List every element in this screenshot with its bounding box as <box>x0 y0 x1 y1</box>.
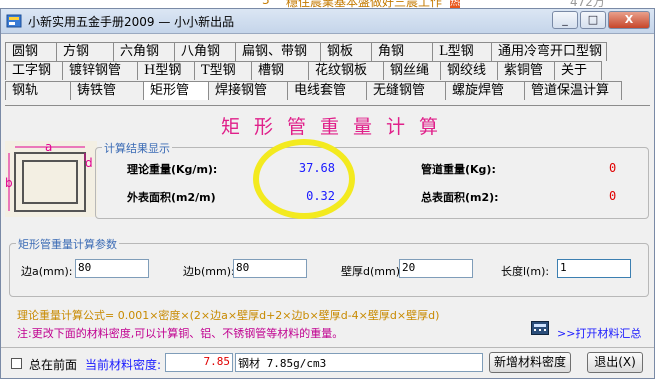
thickness-label: 壁厚d(mm) <box>341 265 400 278</box>
tab-insulation-calc[interactable]: 管道保温计算 <box>524 81 622 100</box>
open-material-summary-link[interactable]: >>打开材料汇总 <box>557 325 641 341</box>
material-select[interactable]: 钢材 7.85g/cm3 <box>235 353 483 372</box>
tab-row-2: 工字钢 镀锌钢管 H型钢 T型钢 槽钢 花纹钢板 钢丝绳 钢绞线 紫铜管 关于 <box>5 61 602 80</box>
rectangular-tube-diagram: a d b <box>5 141 97 217</box>
tab-flat-steel[interactable]: 扁钢、带钢 <box>235 42 321 61</box>
tab-seamless-pipe[interactable]: 无缝钢管 <box>366 81 446 100</box>
background-headline: 穩住農業基本盤做好三農工作 <box>286 0 443 8</box>
background-page-fragment: 3 穩住農業基本盤做好三農工作 热 472万 <box>0 0 655 8</box>
calculator-icon[interactable] <box>531 321 549 335</box>
weight-label: 理论重量(Kg/m): <box>127 163 218 176</box>
tab-row-1: 圆钢 方钢 六角钢 八角钢 扁钢、带钢 钢板 角钢 L型钢 通用冷弯开口型钢 <box>5 42 607 61</box>
tab-galvanized-pipe[interactable]: 镀锌钢管 <box>62 61 138 80</box>
length-input[interactable]: 1 <box>557 259 631 278</box>
total-area-label: 总表面积(m2): <box>421 191 499 204</box>
close-button[interactable]: X <box>608 11 650 29</box>
tab-row-3: 钢轨 铸铁管 矩形管 焊接钢管 电线套管 无缝钢管 螺旋焊管 管道保温计算 <box>5 81 622 100</box>
tab-l-steel[interactable]: L型钢 <box>432 42 492 61</box>
tab-t-beam[interactable]: T型钢 <box>194 61 252 80</box>
total-area-value: 0 <box>609 189 617 203</box>
side-a-label: 边a(mm): <box>21 265 73 278</box>
side-b-input[interactable]: 80 <box>233 259 307 278</box>
tab-strand[interactable]: 钢绞线 <box>440 61 498 80</box>
tab-steel-plate[interactable]: 钢板 <box>320 42 372 61</box>
tab-rail[interactable]: 钢轨 <box>5 81 71 100</box>
thickness-input[interactable]: 20 <box>399 259 473 278</box>
tab-angle-steel[interactable]: 角钢 <box>371 42 433 61</box>
density-note: 注:更改下面的材料密度,可以计算铜、铝、不锈钢管等材料的重量。 <box>17 327 344 340</box>
results-legend: 计算结果显示 <box>102 140 172 156</box>
background-hot-badge: 热 <box>450 0 460 8</box>
formula-text: 理论重量计算公式= 0.001×密度×(2×边a×壁厚d+2×边b×壁厚d-4×… <box>17 309 440 322</box>
results-group: 计算结果显示 <box>95 140 649 219</box>
params-legend: 矩形管重量计算参数 <box>16 236 119 252</box>
tab-welded-pipe[interactable]: 焊接钢管 <box>208 81 288 100</box>
app-icon <box>6 14 22 28</box>
tab-cast-iron-pipe[interactable]: 铸铁管 <box>70 81 144 100</box>
tab-copper-tube[interactable]: 紫铜管 <box>497 61 555 80</box>
tab-oct-bar[interactable]: 八角钢 <box>174 42 236 61</box>
highlight-circle <box>253 139 355 219</box>
tab-about[interactable]: 关于 <box>554 61 602 80</box>
tab-wire-rope[interactable]: 钢丝绳 <box>383 61 441 80</box>
tab-h-beam[interactable]: H型钢 <box>137 61 195 80</box>
always-on-top-label: 总在前面 <box>29 358 78 372</box>
side-b-label: 边b(mm): <box>183 265 235 278</box>
page-title: 矩形管重量计算 <box>221 116 453 138</box>
background-count: 472万 <box>570 0 605 8</box>
tab-spiral-pipe[interactable]: 螺旋焊管 <box>445 81 525 100</box>
density-label: 当前材料密度: <box>85 358 162 372</box>
add-density-button[interactable]: 新增材料密度 <box>489 352 571 373</box>
pipe-weight-label: 管道重量(Kg): <box>421 163 496 176</box>
pipe-weight-value: 0 <box>609 161 617 175</box>
diagram-label-a: a <box>45 141 52 154</box>
minimize-button[interactable]: _ <box>552 11 578 29</box>
exit-button[interactable]: 退出(X) <box>587 352 643 373</box>
title-bar: 小新实用五金手册2009 — 小小新出品 _ □ X <box>1 9 654 34</box>
density-input[interactable]: 7.85 <box>165 353 233 372</box>
tab-rectangular-tube[interactable]: 矩形管 <box>143 81 209 100</box>
length-label: 长度l(m): <box>501 265 550 278</box>
maximize-button[interactable]: □ <box>580 11 606 29</box>
tab-conduit[interactable]: 电线套管 <box>287 81 367 100</box>
always-on-top-checkbox[interactable] <box>11 358 22 369</box>
side-a-input[interactable]: 80 <box>75 259 149 278</box>
tab-i-beam[interactable]: 工字钢 <box>5 61 63 80</box>
app-window: 小新实用五金手册2009 — 小小新出品 _ □ X 圆钢 方钢 六角钢 八角钢… <box>0 8 655 379</box>
tab-round-bar[interactable]: 圆钢 <box>5 42 57 61</box>
bottom-bar: 总在前面 当前材料密度: 7.85 钢材 7.85g/cm3 新增材料密度 退出… <box>1 347 654 379</box>
tab-checker-plate[interactable]: 花纹钢板 <box>308 61 384 80</box>
diagram-label-d: d <box>85 156 93 170</box>
window-title: 小新实用五金手册2009 — 小小新出品 <box>28 14 235 29</box>
tab-cold-formed[interactable]: 通用冷弯开口型钢 <box>491 42 607 61</box>
tab-hex-bar[interactable]: 六角钢 <box>113 42 175 61</box>
tab-square-bar[interactable]: 方钢 <box>56 42 114 61</box>
diagram-label-b: b <box>5 176 13 190</box>
area-label: 外表面积(m2/m) <box>127 191 216 204</box>
background-rank: 3 <box>262 0 270 7</box>
tab-channel[interactable]: 槽钢 <box>251 61 309 80</box>
